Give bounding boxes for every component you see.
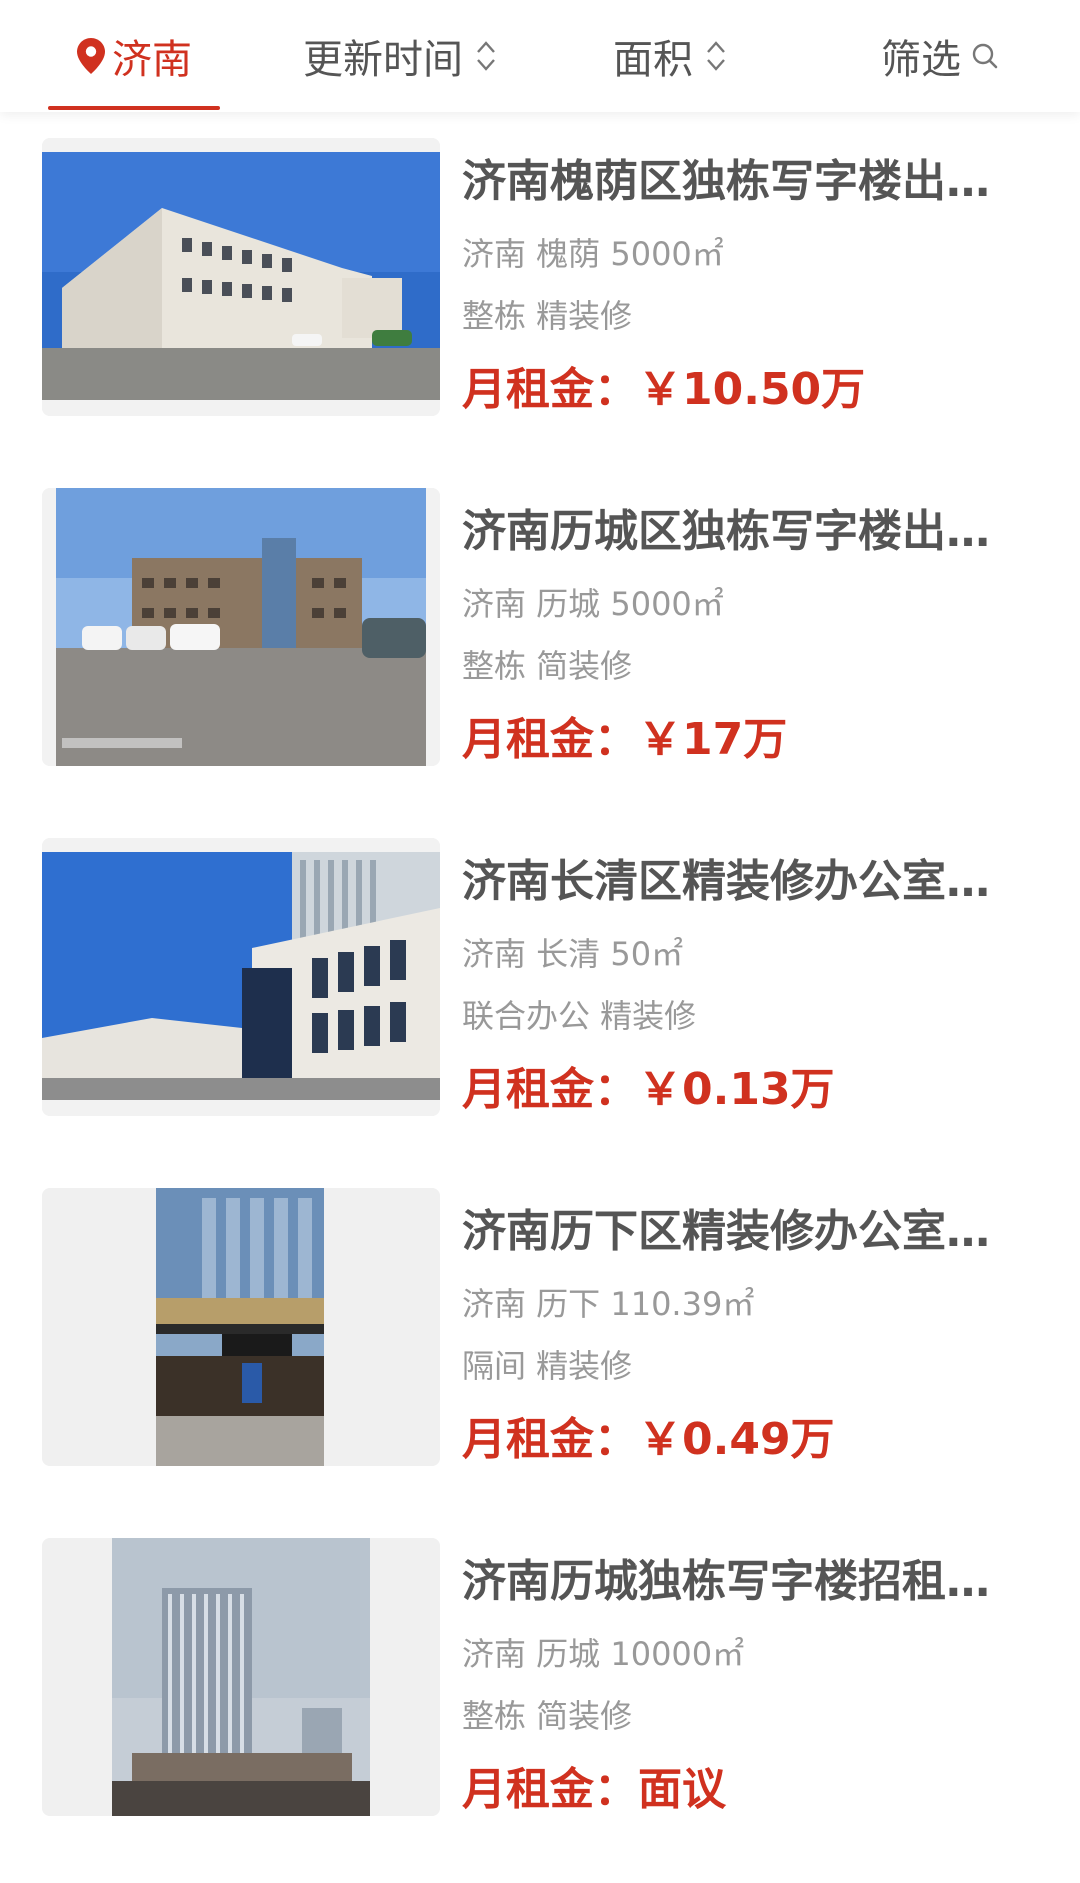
listing-location-area: 济南 长清 50㎡ [462, 935, 684, 973]
price-value: ￥0.13万 [638, 1064, 835, 1115]
listing-tags: 整栋 精装修 [462, 297, 633, 335]
listing-price: 月租金：￥17万 [462, 712, 1022, 768]
price-value: ￥17万 [638, 714, 788, 765]
tab-update-time-label: 更新时间 [303, 37, 463, 83]
listing-info: 济南历城独栋写字楼招租… 济南 历城 10000㎡ 整栋 简装修 月租金：面议 [462, 1538, 1022, 1818]
listing-info: 济南历下区精装修办公室… 济南 历下 110.39㎡ 隔间 精装修 月租金：￥0… [462, 1188, 1022, 1468]
listing-info: 济南历城区独栋写字楼出… 济南 历城 5000㎡ 整栋 简装修 月租金：￥17万 [462, 488, 1022, 768]
listing-title: 济南历城区独栋写字楼出… [462, 506, 990, 557]
tab-area[interactable]: 面积 [600, 0, 740, 112]
price-label: 月租金： [462, 1414, 638, 1465]
listing-price: 月租金：面议 [462, 1762, 1022, 1818]
listing-tags: 整栋 简装修 [462, 647, 633, 685]
price-value: ￥10.50万 [638, 364, 866, 415]
listing-card[interactable]: 济南历城独栋写字楼招租… 济南 历城 10000㎡ 整栋 简装修 月租金：面议 [0, 1538, 1080, 1828]
price-value: ￥0.49万 [638, 1414, 835, 1465]
listing-price: 月租金：￥0.49万 [462, 1412, 1022, 1468]
listing-title: 济南槐荫区独栋写字楼出… [462, 156, 990, 207]
tab-city[interactable]: 济南 [48, 0, 220, 112]
listing-location-area: 济南 槐荫 5000㎡ [462, 235, 724, 273]
listing-price: 月租金：￥0.13万 [462, 1062, 1022, 1118]
listing-info: 济南槐荫区独栋写字楼出… 济南 槐荫 5000㎡ 整栋 精装修 月租金：￥10.… [462, 138, 1022, 418]
listing-photo [42, 1188, 440, 1466]
listing-tags: 隔间 精装修 [462, 1347, 633, 1385]
listing-tags: 整栋 简装修 [462, 1697, 633, 1735]
listing-location-area: 济南 历下 110.39㎡ [462, 1285, 755, 1323]
tab-update-time[interactable]: 更新时间 [290, 0, 510, 112]
listing-card[interactable]: 济南长清区精装修办公室… 济南 长清 50㎡ 联合办公 精装修 月租金：￥0.1… [0, 838, 1080, 1128]
listing-title: 济南历下区精装修办公室… [462, 1206, 990, 1257]
listing-info: 济南长清区精装修办公室… 济南 长清 50㎡ 联合办公 精装修 月租金：￥0.1… [462, 838, 1022, 1118]
listing-location-area: 济南 历城 5000㎡ [462, 585, 724, 623]
tab-filter-label: 筛选 [881, 37, 961, 83]
listing-card[interactable]: 济南历城区独栋写字楼出… 济南 历城 5000㎡ 整栋 简装修 月租金：￥17万 [0, 488, 1080, 778]
tab-filter[interactable]: 筛选 [870, 0, 1010, 112]
listing-card[interactable]: 济南历下区精装修办公室… 济南 历下 110.39㎡ 隔间 精装修 月租金：￥0… [0, 1188, 1080, 1478]
tab-city-label: 济南 [112, 37, 192, 83]
listing-price: 月租金：￥10.50万 [462, 362, 1022, 418]
listing-photo [42, 488, 440, 766]
tab-area-label: 面积 [613, 37, 693, 83]
price-value: 面议 [638, 1764, 726, 1815]
listing-title: 济南历城独栋写字楼招租… [462, 1556, 990, 1607]
listing-tags: 联合办公 精装修 [462, 997, 697, 1035]
price-label: 月租金： [462, 364, 638, 415]
listing-photo [42, 138, 440, 416]
price-label: 月租金： [462, 1064, 638, 1115]
filter-bar: 济南 更新时间 面积 筛选 [0, 0, 1080, 112]
location-pin-icon [76, 37, 106, 75]
listing-location-area: 济南 历城 10000㎡ [462, 1635, 745, 1673]
listing-photo [42, 838, 440, 1116]
search-icon [971, 42, 999, 70]
listing-photo [42, 1538, 440, 1816]
sort-icon [705, 38, 727, 74]
price-label: 月租金： [462, 1764, 638, 1815]
listing-title: 济南长清区精装修办公室… [462, 856, 990, 907]
price-label: 月租金： [462, 714, 638, 765]
listing-card[interactable]: 济南槐荫区独栋写字楼出… 济南 槐荫 5000㎡ 整栋 精装修 月租金：￥10.… [0, 138, 1080, 428]
sort-icon [475, 38, 497, 74]
